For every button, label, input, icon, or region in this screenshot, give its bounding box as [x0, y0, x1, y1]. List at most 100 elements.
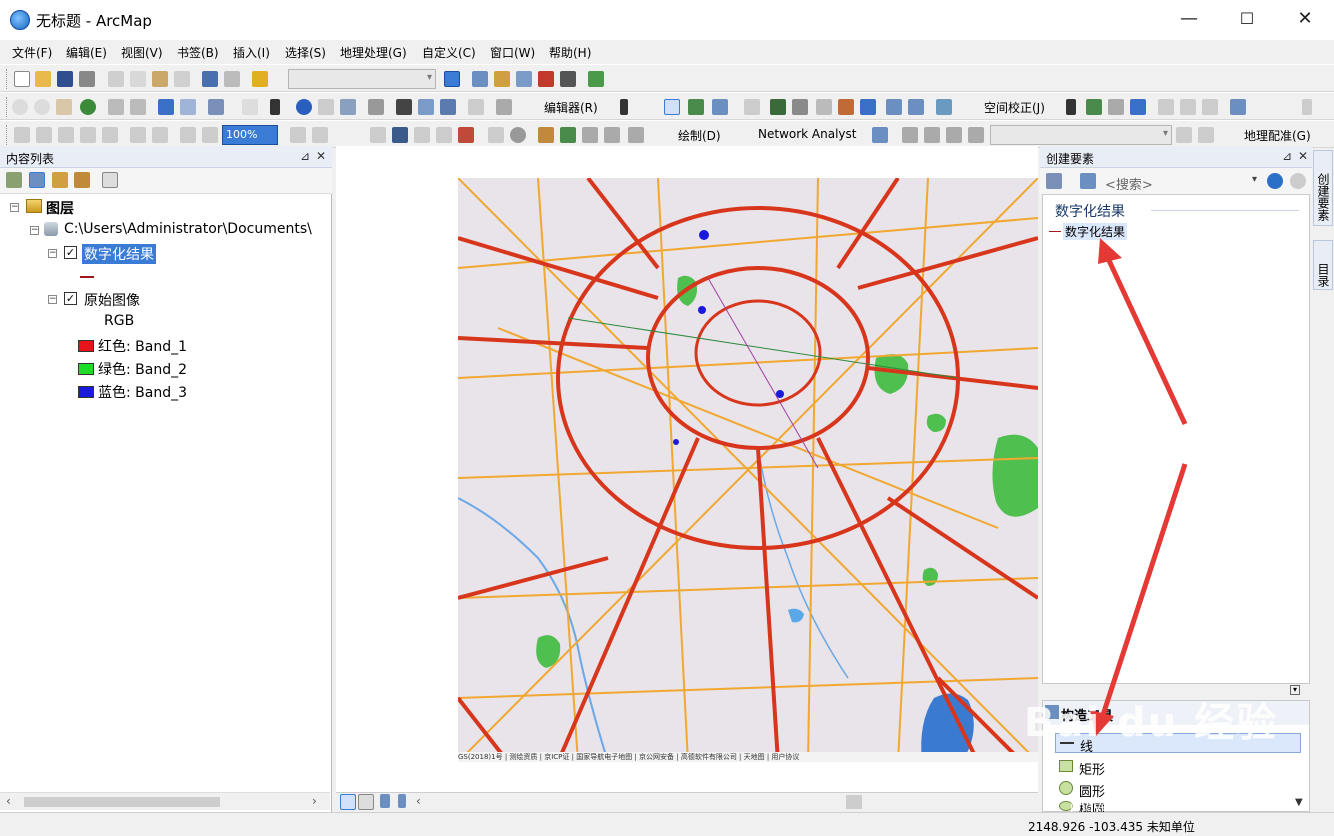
- workspace-collapse-icon[interactable]: −: [30, 226, 39, 235]
- measure-icon[interactable]: [368, 99, 384, 115]
- layout-zoom-out-icon[interactable]: [36, 127, 52, 143]
- select-features-icon[interactable]: [208, 99, 224, 115]
- edit-vertices-icon[interactable]: [770, 99, 786, 115]
- python-window-icon[interactable]: [560, 71, 576, 87]
- side-tab-catalog[interactable]: 目录: [1313, 240, 1333, 290]
- goto-xy-icon[interactable]: [440, 99, 456, 115]
- editor-menu[interactable]: 编辑器(R): [544, 99, 598, 116]
- georef-scale-icon[interactable]: [604, 127, 620, 143]
- snapping-vertex-icon[interactable]: [414, 127, 430, 143]
- layers-root-label[interactable]: 图层: [46, 198, 74, 218]
- scroll-right-icon[interactable]: ›: [312, 794, 317, 808]
- construction-tool-circle[interactable]: 圆形: [1055, 779, 1301, 800]
- georef-view-icon[interactable]: [1198, 127, 1214, 143]
- minimize-button[interactable]: —: [1160, 0, 1218, 40]
- edit-tool-icon[interactable]: [620, 99, 628, 115]
- cut-icon[interactable]: [108, 71, 124, 87]
- pan-hand-icon[interactable]: [56, 99, 72, 115]
- view-links-icon[interactable]: [1180, 99, 1196, 115]
- limited-adjust-icon[interactable]: [1202, 99, 1218, 115]
- topology-icon[interactable]: [488, 127, 504, 143]
- clear-selection-icon[interactable]: [242, 99, 258, 115]
- html-popup-icon[interactable]: [340, 99, 356, 115]
- menu-selection[interactable]: 选择(S): [285, 44, 326, 61]
- fixed-layout-zoom-in-icon[interactable]: [130, 127, 146, 143]
- model-builder-icon[interactable]: [588, 71, 604, 87]
- save-icon[interactable]: [57, 71, 73, 87]
- line-symbol-icon[interactable]: [80, 276, 94, 278]
- toggle-draft-icon[interactable]: [290, 127, 306, 143]
- georef-table-icon[interactable]: [628, 127, 644, 143]
- georef-layer-combo[interactable]: ▾: [990, 125, 1172, 145]
- copy-icon[interactable]: [130, 71, 146, 87]
- toolbar-grip[interactable]: [6, 97, 9, 117]
- layer1-name[interactable]: 数字化结果: [82, 244, 156, 264]
- search-window-icon[interactable]: [516, 71, 532, 87]
- map-topology-icon[interactable]: [510, 127, 526, 143]
- layout-zoom-in-icon[interactable]: [14, 127, 30, 143]
- editor-toolbar-icon[interactable]: [444, 71, 460, 87]
- spatial-adjustment-menu[interactable]: 空间校正(J): [984, 99, 1045, 116]
- identify-icon[interactable]: [296, 99, 312, 115]
- toolbar-grip[interactable]: [6, 69, 9, 89]
- network-window-icon[interactable]: [872, 127, 888, 143]
- scroll-thumb[interactable]: [24, 797, 220, 807]
- toc-pin-icon[interactable]: ⊿: [300, 149, 310, 163]
- straight-segment-icon[interactable]: [664, 99, 680, 115]
- blue-band-swatch[interactable]: [78, 386, 94, 398]
- map-scroll-left-icon[interactable]: ‹: [416, 794, 421, 808]
- zoom-whole-page-icon[interactable]: [80, 127, 96, 143]
- print-icon[interactable]: [79, 71, 95, 87]
- split-tool-icon[interactable]: [744, 99, 760, 115]
- toc-horizontal-scrollbar[interactable]: ‹ ›: [0, 792, 330, 810]
- layer2-visibility-checkbox[interactable]: ✓: [64, 292, 77, 305]
- select-adjust-features-icon[interactable]: [1066, 99, 1076, 115]
- catalog-icon[interactable]: [494, 71, 510, 87]
- list-by-source-icon[interactable]: [29, 172, 45, 188]
- layers-collapse-icon[interactable]: −: [10, 203, 19, 212]
- menu-customize[interactable]: 自定义(C): [422, 44, 476, 61]
- georef-add-control-icon[interactable]: [538, 127, 554, 143]
- attributes-icon[interactable]: [886, 99, 902, 115]
- toc-close-icon[interactable]: ✕: [316, 149, 326, 163]
- split-icon[interactable]: [838, 99, 854, 115]
- fixed-zoom-in-icon[interactable]: [108, 99, 124, 115]
- delete-icon[interactable]: [174, 71, 190, 87]
- open-folder-icon[interactable]: [35, 71, 51, 87]
- trace-icon[interactable]: [712, 99, 728, 115]
- select-elements-arrow-icon[interactable]: [270, 99, 280, 115]
- data-view-icon[interactable]: [340, 794, 356, 810]
- menu-view[interactable]: 视图(V): [121, 44, 163, 61]
- create-features-icon[interactable]: [936, 99, 952, 115]
- refresh-view-icon[interactable]: [380, 794, 390, 808]
- zoom-100-icon[interactable]: [102, 127, 118, 143]
- list-by-visibility-icon[interactable]: [52, 172, 68, 188]
- network-new-icon[interactable]: [902, 127, 918, 143]
- multi-displacement-icon[interactable]: [1130, 99, 1146, 115]
- rotate-icon[interactable]: [860, 99, 876, 115]
- forward-arrow-icon[interactable]: [180, 99, 196, 115]
- focus-data-frame-icon[interactable]: [312, 127, 328, 143]
- menu-geoprocessing[interactable]: 地理处理(G): [340, 44, 407, 61]
- find-route-icon[interactable]: [418, 99, 434, 115]
- full-extent-globe-icon[interactable]: [80, 99, 96, 115]
- new-displacement-link-icon[interactable]: [1086, 99, 1102, 115]
- viewer-window-icon[interactable]: [496, 99, 512, 115]
- green-band-swatch[interactable]: [78, 363, 94, 375]
- cut-polygons-icon[interactable]: [816, 99, 832, 115]
- add-data-icon[interactable]: [252, 71, 268, 87]
- next-extent-icon[interactable]: [202, 127, 218, 143]
- toc-options-icon[interactable]: [102, 172, 118, 188]
- network-solve-icon[interactable]: [968, 127, 984, 143]
- toolbar-grip[interactable]: [6, 125, 9, 145]
- attribute-transfer-icon[interactable]: [1230, 99, 1246, 115]
- georef-shift-icon[interactable]: [582, 127, 598, 143]
- layer1-collapse-icon[interactable]: −: [48, 249, 57, 258]
- arctoolbox-icon[interactable]: [538, 71, 554, 87]
- table-of-contents-icon[interactable]: [472, 71, 488, 87]
- snapping-edge-icon[interactable]: [436, 127, 452, 143]
- layer2-collapse-icon[interactable]: −: [48, 295, 57, 304]
- map-scroll-thumb[interactable]: [846, 795, 862, 809]
- construction-tool-rectangle[interactable]: 矩形: [1055, 757, 1301, 778]
- menu-file[interactable]: 文件(F): [12, 44, 52, 61]
